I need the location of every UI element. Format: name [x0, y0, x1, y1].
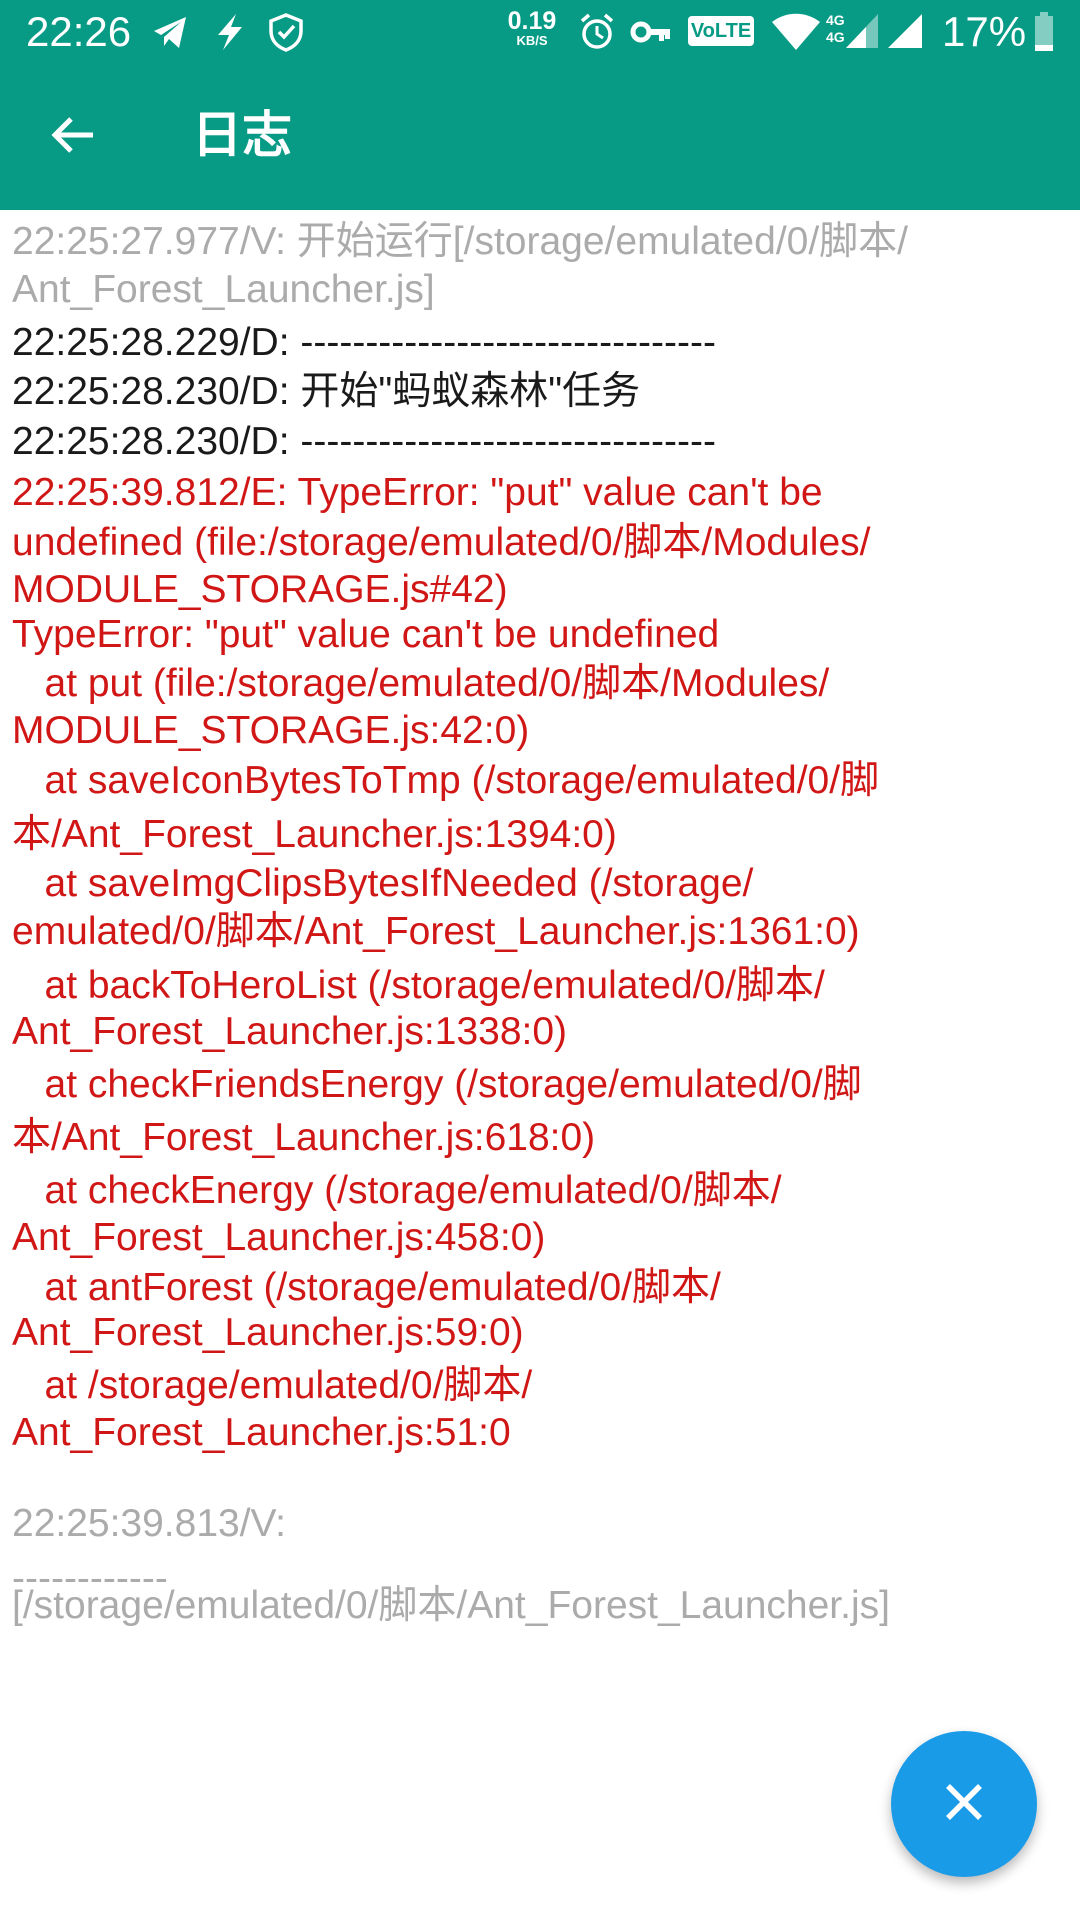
log-line: Ant_Forest_Launcher.js:51:0 [12, 1411, 511, 1454]
alarm-icon [578, 12, 616, 56]
log-line: MODULE_STORAGE.js#42) [12, 568, 508, 611]
arrow-left-icon [49, 111, 97, 163]
network-speed-value: 0.19 [507, 7, 557, 35]
app-bar: 日志 [0, 63, 1080, 210]
log-line: Ant_Forest_Launcher.js] [12, 268, 435, 311]
telegram-icon [150, 12, 190, 56]
battery-percent: 17% [942, 8, 1027, 55]
flash-icon [212, 12, 248, 56]
network-speed: 0.19 KB/S [502, 8, 562, 48]
signal-icon [888, 12, 924, 54]
log-line: at antForest (/storage/emulated/0/脚本/ [12, 1266, 721, 1309]
log-line: 22:25:28.229/D: ------------------------… [12, 321, 716, 364]
log-line: at checkFriendsEnergy (/storage/emulated… [12, 1063, 862, 1106]
log-list[interactable]: 22:25:27.977/V: 开始运行[/storage/emulated/0… [0, 210, 1080, 1920]
log-line: Ant_Forest_Launcher.js:59:0) [12, 1311, 524, 1354]
network-type: 4G 4G [826, 12, 845, 46]
log-line: MODULE_STORAGE.js:42:0) [12, 709, 530, 752]
wifi-icon [770, 10, 822, 56]
log-line: Ant_Forest_Launcher.js:458:0) [12, 1216, 546, 1259]
volte-badge: VoLTE [688, 16, 754, 46]
close-icon [942, 1780, 986, 1828]
back-button[interactable] [30, 101, 116, 173]
network-type-top: 4G [826, 12, 845, 28]
log-line: at saveImgClipsBytesIfNeeded (/storage/ [12, 862, 754, 905]
log-line: 22:25:28.230/D: ------------------------… [12, 420, 716, 463]
log-line: [/storage/emulated/0/脚本/Ant_Forest_Launc… [12, 1584, 890, 1627]
log-line: 本/Ant_Forest_Launcher.js:618:0) [12, 1116, 596, 1159]
log-line: 22:25:27.977/V: 开始运行[/storage/emulated/0… [12, 220, 909, 263]
log-line: 本/Ant_Forest_Launcher.js:1394:0) [12, 813, 617, 856]
log-line: 22:25:28.230/D: 开始"蚂蚁森林"任务 [12, 370, 641, 413]
key-icon [630, 12, 672, 56]
status-bar: 22:26 0.19 KB/S VoLTE 4G 4G 17% [0, 0, 1080, 63]
log-line: emulated/0/脚本/Ant_Forest_Launcher.js:136… [12, 910, 860, 953]
log-line: Ant_Forest_Launcher.js:1338:0) [12, 1010, 568, 1053]
network-speed-unit: KB/S [516, 33, 548, 48]
shield-check-icon [266, 12, 306, 56]
status-time: 22:26 [26, 8, 132, 55]
log-line: 22:25:39.813/V: [12, 1502, 286, 1545]
log-line: at saveIconBytesToTmp (/storage/emulated… [12, 759, 880, 802]
log-line: at checkEnergy (/storage/emulated/0/脚本/ [12, 1169, 782, 1212]
signal-sim1-icon [846, 12, 880, 54]
log-line: at put (file:/storage/emulated/0/脚本/Modu… [12, 662, 830, 705]
battery-icon [1034, 12, 1054, 56]
log-screen: 22:26 0.19 KB/S VoLTE 4G 4G 17% 日志 22:25… [0, 0, 1080, 1920]
page-title: 日志 [192, 106, 292, 164]
clear-log-button[interactable] [891, 1731, 1037, 1877]
network-type-bottom: 4G [826, 29, 845, 45]
log-line: undefined (file:/storage/emulated/0/脚本/M… [12, 521, 871, 564]
log-line: 22:25:39.812/E: TypeError: "put" value c… [12, 471, 823, 514]
log-line: at backToHeroList (/storage/emulated/0/脚… [12, 964, 825, 1007]
log-line: at /storage/emulated/0/脚本/ [12, 1364, 533, 1407]
log-line: TypeError: "put" value can't be undefine… [12, 613, 720, 656]
